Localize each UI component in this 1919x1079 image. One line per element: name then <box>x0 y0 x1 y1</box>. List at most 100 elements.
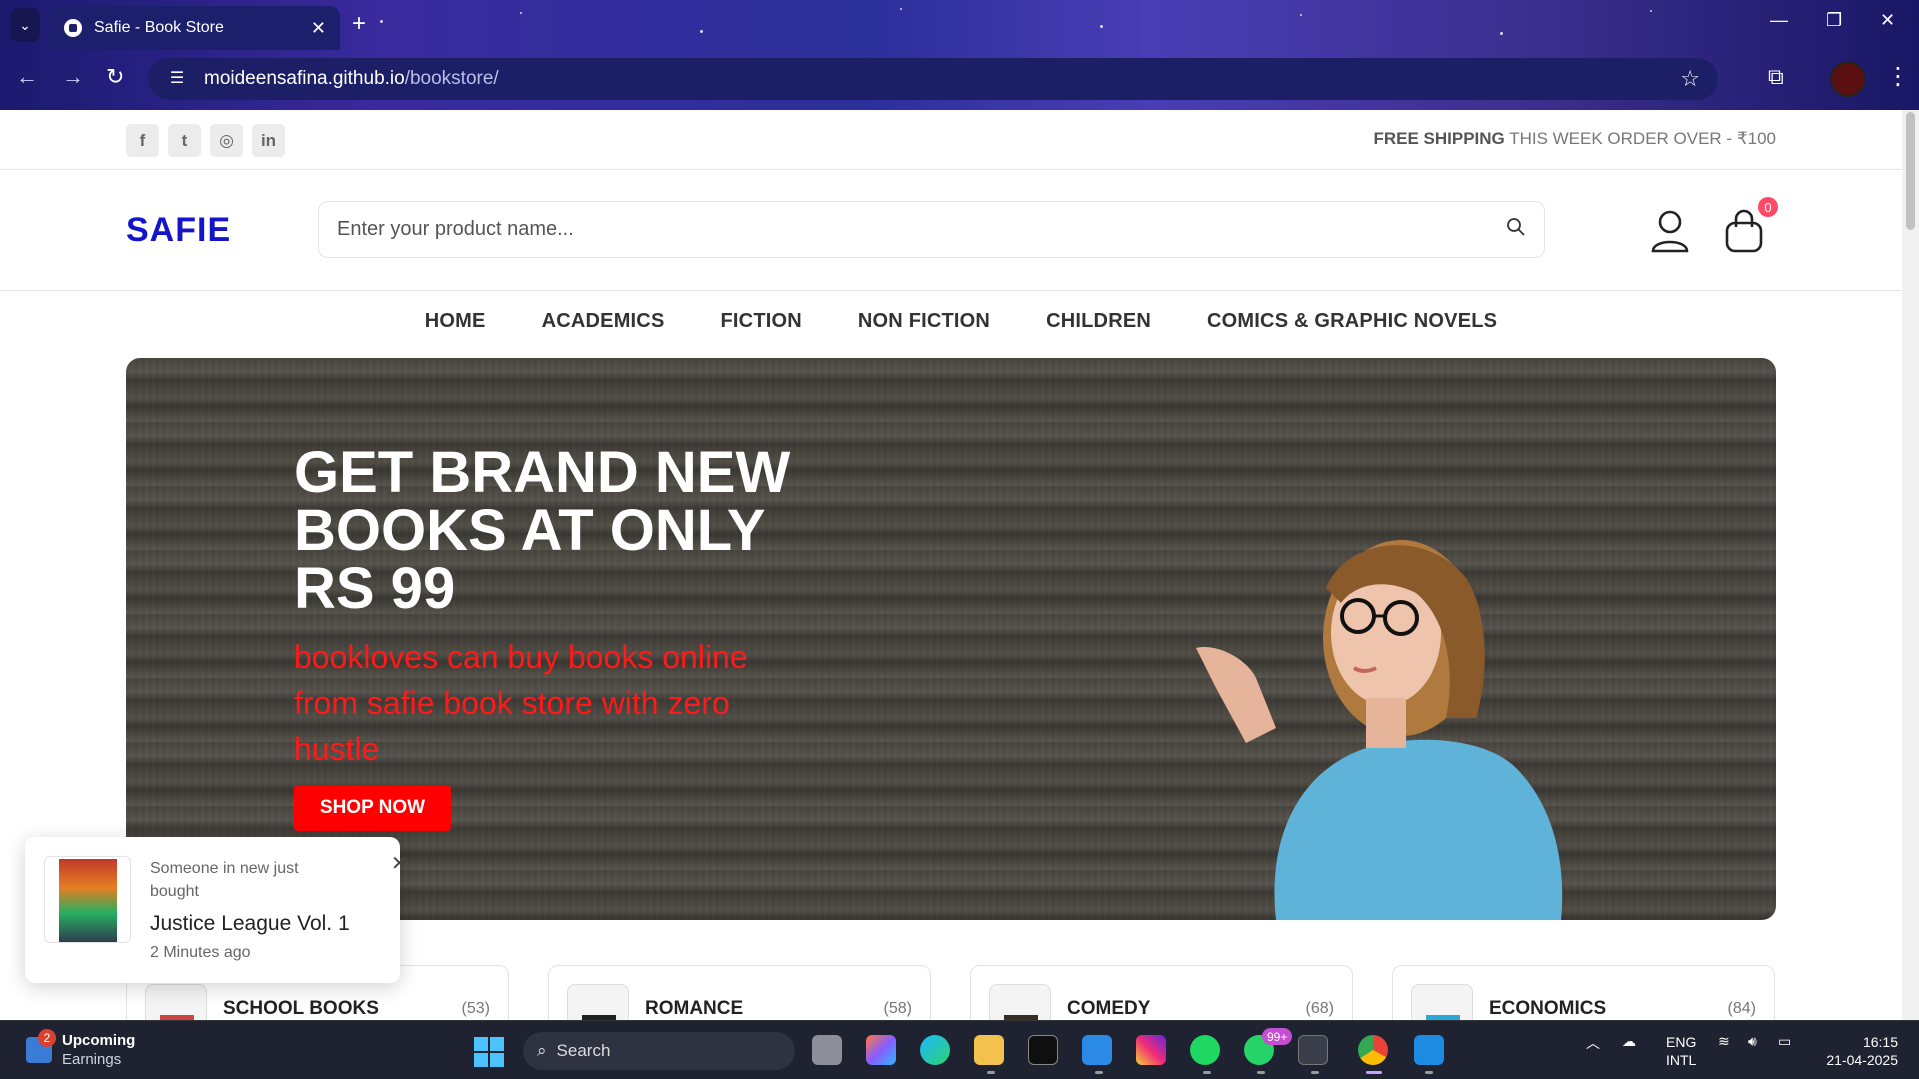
menu-kebab-icon[interactable]: ⋮ <box>1886 62 1910 91</box>
site-info-icon[interactable]: ☰ <box>166 68 188 90</box>
tab-close-icon[interactable]: ✕ <box>311 18 326 39</box>
vscode-icon[interactable] <box>1082 1035 1112 1065</box>
category-count: (68) <box>1305 1000 1334 1017</box>
hero-subtitle: bookloves can buy books online from safi… <box>294 639 748 767</box>
widget-title: Upcoming <box>62 1032 136 1049</box>
nav-home[interactable]: HOME <box>425 310 486 354</box>
terminal-icon[interactable] <box>1028 1035 1058 1065</box>
close-window-icon[interactable]: ✕ <box>1880 10 1895 31</box>
user-account-icon[interactable] <box>1650 209 1690 253</box>
lang-line-1: ENG <box>1666 1034 1697 1050</box>
whatsapp-badge: 99+ <box>1262 1028 1293 1045</box>
main-nav: HOME ACADEMICS FICTION NON FICTION CHILD… <box>0 310 1902 354</box>
photos-icon[interactable] <box>1414 1035 1444 1065</box>
toast-product-image <box>44 856 131 943</box>
volume-icon[interactable]: 🔊︎ <box>1748 1033 1757 1050</box>
favicon-icon <box>64 19 82 37</box>
hero-banner: GET BRAND NEW BOOKS AT ONLY RS 99 booklo… <box>126 358 1776 920</box>
system-clock[interactable]: 16:15 21-04-2025 <box>1818 1033 1898 1069</box>
spotify-icon[interactable] <box>1190 1035 1220 1065</box>
task-view-icon[interactable] <box>812 1035 842 1065</box>
hero-title: GET BRAND NEW BOOKS AT ONLY RS 99 <box>294 440 791 621</box>
category-count: (58) <box>883 1000 912 1017</box>
active-indicator <box>1366 1071 1382 1074</box>
tab-search-menu[interactable]: ⌄ <box>10 8 40 42</box>
language-indicator[interactable]: ENG INTL <box>1666 1033 1696 1069</box>
new-tab-icon[interactable]: + <box>352 10 366 38</box>
linkedin-icon[interactable]: in <box>252 124 285 157</box>
search-box <box>318 201 1545 258</box>
page-scrollbar[interactable] <box>1902 110 1919 1020</box>
instagram-icon[interactable]: ◎ <box>210 124 243 157</box>
restore-icon[interactable]: ❐ <box>1826 10 1842 31</box>
clock-date: 21-04-2025 <box>1826 1052 1898 1068</box>
start-button[interactable] <box>474 1037 504 1067</box>
file-explorer-icon[interactable] <box>974 1035 1004 1065</box>
category-thumbnail <box>567 984 629 1020</box>
clock-time: 16:15 <box>1862 1034 1898 1050</box>
toast-message: Someone in new just bought <box>150 860 299 900</box>
address-bar[interactable]: ☰ moideensafina.github.io/bookstore/ ☆ <box>148 58 1718 100</box>
bookmark-star-icon[interactable]: ☆ <box>1680 66 1700 92</box>
scrollbar-thumb[interactable] <box>1906 112 1915 230</box>
toast-time: 2 Minutes ago <box>150 944 251 961</box>
battery-icon[interactable]: ▭ <box>1778 1033 1791 1050</box>
wifi-icon[interactable]: ≋ <box>1718 1033 1730 1050</box>
facebook-icon[interactable]: f <box>126 124 159 157</box>
forward-icon[interactable]: → <box>62 64 84 90</box>
close-icon[interactable]: ✕ <box>391 851 408 876</box>
cart-icon[interactable] <box>1724 209 1764 253</box>
shipping-bold: FREE SHIPPING <box>1373 129 1505 148</box>
avatar[interactable] <box>1830 61 1866 97</box>
edge-icon[interactable] <box>920 1035 950 1065</box>
nav-non-fiction[interactable]: NON FICTION <box>858 310 990 354</box>
lang-line-2: INTL <box>1666 1052 1697 1068</box>
running-indicator <box>1257 1071 1265 1074</box>
shipping-text: THIS WEEK ORDER OVER - ₹100 <box>1504 129 1776 148</box>
minimize-icon[interactable]: — <box>1770 10 1788 31</box>
onedrive-icon[interactable]: ☁ <box>1622 1033 1636 1050</box>
site-logo[interactable]: SAFIE <box>126 211 231 250</box>
running-indicator <box>1311 1071 1319 1074</box>
extensions-icon[interactable]: ⧉ <box>1768 64 1784 90</box>
terminal-2-icon[interactable] <box>1298 1035 1328 1065</box>
category-thumbnail <box>145 984 207 1020</box>
shipping-notice: FREE SHIPPING THIS WEEK ORDER OVER - ₹10… <box>1373 129 1776 149</box>
taskbar: 2 Upcoming Earnings ⌕ Search 99+ ︿ ☁ ENG I… <box>0 1020 1919 1079</box>
category-card[interactable]: ECONOMICS (84) <box>1392 965 1775 1020</box>
twitter-icon[interactable]: t <box>168 124 201 157</box>
tab-title: Safie - Book Store <box>94 19 224 36</box>
cart-count-badge: 0 <box>1758 197 1778 217</box>
category-count: (84) <box>1727 1000 1756 1017</box>
search-icon[interactable] <box>1506 217 1526 243</box>
widget-subtitle: Earnings <box>62 1051 122 1068</box>
chrome-icon[interactable] <box>1358 1035 1388 1065</box>
category-card[interactable]: COMEDY (68) <box>970 965 1353 1020</box>
search-input[interactable] <box>337 218 1506 241</box>
category-card[interactable]: ROMANCE (58) <box>548 965 931 1020</box>
running-indicator <box>1425 1071 1433 1074</box>
taskbar-search[interactable]: ⌕ Search <box>523 1032 795 1070</box>
tab-active[interactable]: Safie - Book Store ✕ <box>50 6 340 50</box>
category-thumbnail <box>1411 984 1473 1020</box>
widgets-button[interactable]: 2 Upcoming Earnings <box>26 1029 136 1069</box>
url-host: moideensafina.github.io <box>204 68 405 89</box>
shop-now-button[interactable]: SHOP NOW <box>294 785 451 831</box>
instagram-app-icon[interactable] <box>1136 1035 1166 1065</box>
back-icon[interactable]: ← <box>16 64 38 90</box>
top-bar: f t ◎ in FREE SHIPPING THIS WEEK ORDER O… <box>0 110 1902 170</box>
toast-product-name[interactable]: Justice League Vol. 1 <box>150 912 350 936</box>
site-header: SAFIE 0 <box>0 171 1902 291</box>
nav-academics[interactable]: ACADEMICS <box>542 310 665 354</box>
search-icon: ⌕ <box>537 1041 547 1060</box>
nav-comics[interactable]: COMICS & GRAPHIC NOVELS <box>1207 310 1497 354</box>
category-thumbnail <box>989 984 1051 1020</box>
nav-children[interactable]: CHILDREN <box>1046 310 1151 354</box>
running-indicator <box>1095 1071 1103 1074</box>
reload-icon[interactable]: ↻ <box>106 64 124 90</box>
taskbar-search-label: Search <box>556 1041 611 1060</box>
category-name: SCHOOL BOOKS <box>223 998 379 1019</box>
tray-overflow-icon[interactable]: ︿ <box>1586 1033 1600 1053</box>
copilot-icon[interactable] <box>866 1035 896 1065</box>
nav-fiction[interactable]: FICTION <box>721 310 802 354</box>
